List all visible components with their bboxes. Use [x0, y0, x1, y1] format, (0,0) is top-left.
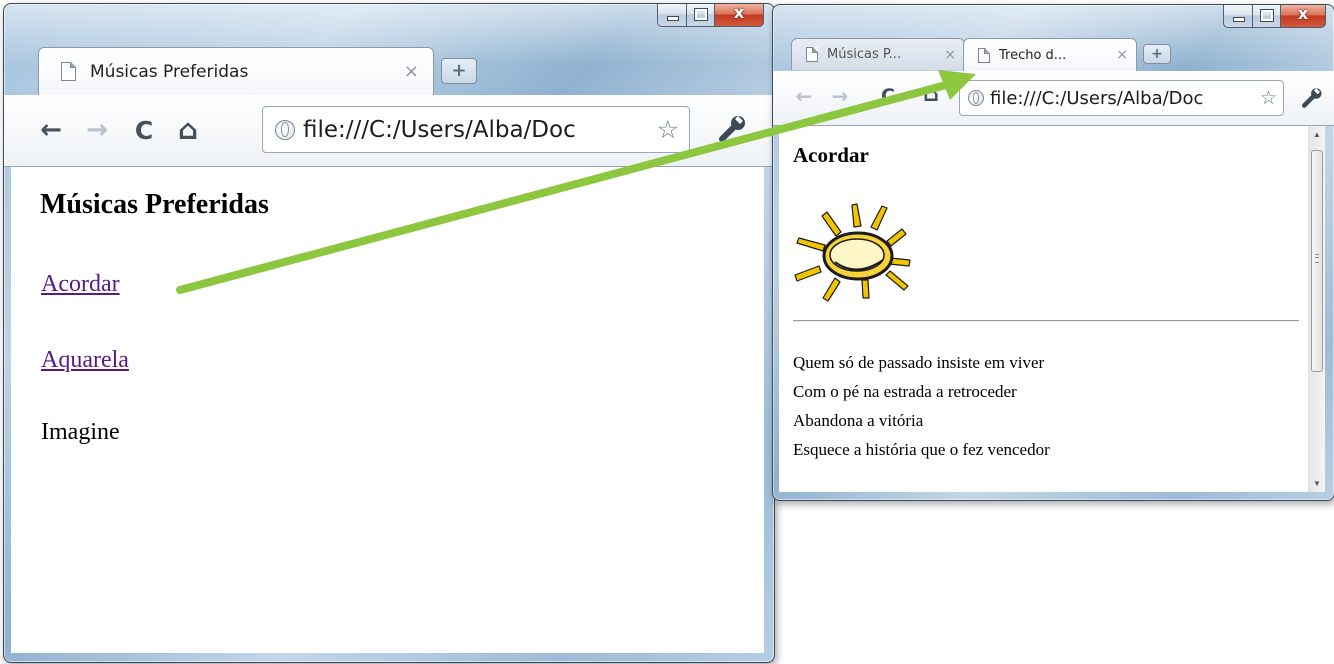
globe-icon	[968, 90, 984, 106]
scroll-grip	[1315, 254, 1319, 263]
page-title: Acordar	[793, 143, 869, 167]
reload-button[interactable]: C	[877, 85, 899, 107]
forward-button[interactable]: →	[82, 115, 112, 145]
desktop: Músicas Preferidas × + ← → C ⌂ file:///C…	[0, 0, 1334, 664]
reload-button[interactable]: C	[129, 116, 159, 145]
lyric-line-1: Quem só de passado insiste em viver	[793, 353, 1045, 372]
maximize-button[interactable]	[687, 4, 715, 27]
back-button[interactable]: ←	[36, 115, 66, 145]
browser-window-songs: Músicas Preferidas × + ← → C ⌂ file:///C…	[3, 3, 775, 663]
page-content-lyrics: Acordar Quem só de passado insiste em vi…	[779, 126, 1325, 492]
page-icon	[806, 47, 818, 62]
minimize-button[interactable]	[657, 4, 687, 27]
wrench-icon[interactable]	[711, 109, 751, 149]
url-text[interactable]: file:///C:/Users/Alba/Doc	[990, 88, 1260, 109]
window-controls	[657, 4, 764, 27]
url-text[interactable]: file:///C:/Users/Alba/Doc	[303, 117, 657, 143]
minimize-button[interactable]	[1223, 5, 1253, 28]
vertical-scrollbar[interactable]: ▲ ▼	[1308, 126, 1325, 492]
page-title: Músicas Preferidas	[40, 189, 269, 220]
tab-close-icon[interactable]: ×	[944, 47, 956, 63]
page-icon	[61, 62, 76, 81]
address-bar[interactable]: file:///C:/Users/Alba/Doc ☆	[262, 106, 690, 153]
back-button[interactable]: ←	[793, 84, 815, 108]
star-icon[interactable]: ☆	[1260, 87, 1277, 109]
tab-label: Músicas Preferidas	[90, 61, 249, 82]
tab-musicas-preferidas[interactable]: Músicas Preferidas ×	[38, 47, 434, 95]
close-window-button[interactable]	[715, 4, 764, 27]
wrench-icon[interactable]	[1296, 83, 1326, 113]
tab-label: Músicas P...	[827, 47, 902, 62]
globe-icon	[275, 119, 295, 140]
tab-musicas-p[interactable]: Músicas P... ×	[791, 38, 965, 70]
tab-close-icon[interactable]: ×	[404, 61, 419, 82]
lyric-line-4: Esquece a história que o fez vencedor	[793, 440, 1050, 459]
scroll-down-arrow[interactable]: ▼	[1309, 475, 1325, 492]
link-acordar[interactable]: Acordar	[41, 271, 120, 298]
new-tab-button[interactable]: +	[1143, 44, 1171, 64]
scroll-up-arrow[interactable]: ▲	[1309, 126, 1325, 143]
tab-trecho[interactable]: Trecho d... ×	[963, 38, 1137, 71]
address-bar[interactable]: file:///C:/Users/Alba/Doc ☆	[959, 80, 1284, 116]
page-icon	[978, 47, 990, 63]
page-content-songs: Músicas Preferidas Acordar Aquarela Imag…	[11, 167, 764, 653]
tab-label: Trecho d...	[999, 47, 1067, 63]
browser-toolbar: ← → C ⌂ file:///C:/Users/Alba/Doc ☆	[773, 71, 1334, 126]
browser-window-lyrics: Músicas P... × Trecho d... × + ← → C ⌂ f…	[772, 4, 1334, 501]
link-aquarela[interactable]: Aquarela	[41, 347, 129, 374]
scroll-thumb[interactable]	[1311, 150, 1323, 372]
window-controls	[1223, 5, 1326, 28]
forward-button[interactable]: →	[829, 84, 851, 108]
home-button[interactable]: ⌂	[172, 113, 204, 146]
tab-close-icon[interactable]: ×	[1116, 47, 1128, 63]
browser-toolbar: ← → C ⌂ file:///C:/Users/Alba/Doc ☆	[4, 95, 774, 167]
lyric-line-3: Abandona a vitória	[793, 411, 924, 430]
song-item-imagine: Imagine	[41, 419, 120, 445]
lyrics-block: Quem só de passado insiste em viver Com …	[793, 348, 1050, 464]
star-icon[interactable]: ☆	[657, 115, 679, 144]
home-button[interactable]: ⌂	[919, 82, 943, 107]
horizontal-rule	[793, 320, 1299, 322]
close-window-button[interactable]	[1281, 5, 1326, 28]
maximize-button[interactable]	[1253, 5, 1281, 28]
sun-image	[791, 198, 941, 308]
new-tab-button[interactable]: +	[441, 58, 477, 84]
lyric-line-2: Com o pé na estrada a retroceder	[793, 382, 1017, 401]
